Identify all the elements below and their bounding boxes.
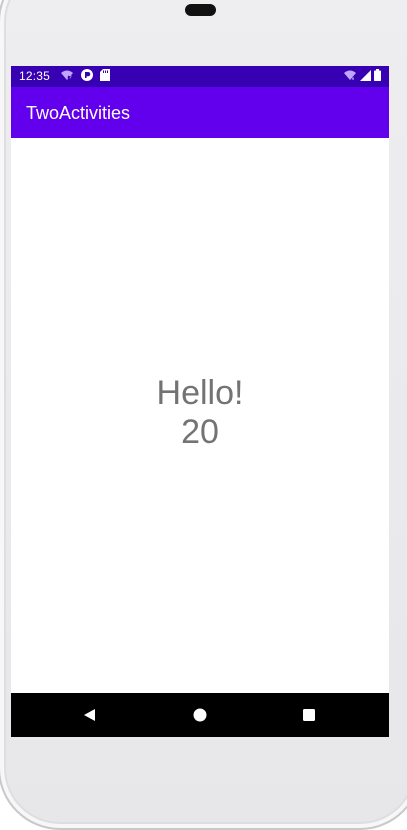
back-icon	[84, 709, 95, 721]
device-screen: 12:35 ? × TwoActivities Hello! 20	[11, 66, 389, 737]
recent-apps-button[interactable]	[300, 706, 318, 724]
svg-text:×: ×	[351, 76, 354, 81]
message-label: Hello!	[156, 374, 244, 412]
wifi-question-icon: ?	[61, 70, 73, 81]
home-icon	[193, 708, 207, 722]
status-system-icons: ×	[343, 69, 381, 81]
status-notification-icons: ?	[60, 69, 110, 81]
navigation-bar	[11, 693, 389, 737]
status-bar: 12:35 ? ×	[11, 66, 389, 87]
battery-icon	[374, 69, 381, 81]
wifi-off-icon: ×	[344, 70, 356, 81]
sensor-pill	[185, 4, 216, 16]
sd-card-icon	[100, 69, 110, 81]
home-button[interactable]	[191, 706, 209, 724]
received-message: Hello! 20	[11, 374, 389, 452]
main-content: Hello! 20	[11, 138, 389, 693]
status-time: 12:35	[19, 69, 51, 83]
svg-text:?: ?	[69, 75, 72, 81]
app-bar: TwoActivities	[11, 87, 389, 138]
back-button[interactable]	[81, 706, 99, 724]
count-value: 20	[181, 413, 219, 451]
pocket-casts-icon	[81, 69, 93, 81]
recent-apps-icon	[303, 709, 315, 721]
app-title: TwoActivities	[26, 103, 131, 123]
signal-icon	[360, 70, 371, 81]
